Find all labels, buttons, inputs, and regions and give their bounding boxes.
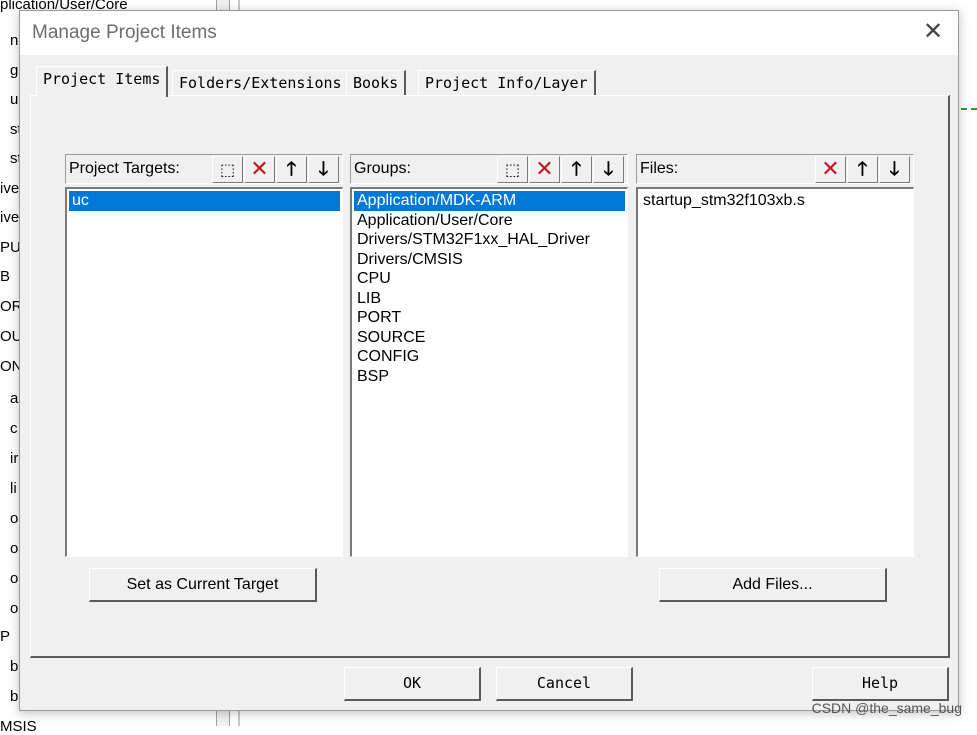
new-item-icon[interactable]: ⬚: [212, 156, 243, 183]
tree-row[interactable]: a: [10, 390, 18, 407]
list-item[interactable]: Application/MDK-ARM: [354, 191, 625, 211]
tab-panel-project-items: Project Targets: ⬚ ✕ 🡑 🡓 uc Groups: ⬚ ✕ …: [30, 95, 950, 658]
tree-row[interactable]: B: [0, 268, 10, 285]
files-header: Files: ✕ 🡑 🡓: [636, 154, 914, 184]
list-item[interactable]: uc: [69, 191, 340, 211]
delete-icon[interactable]: ✕: [815, 156, 846, 183]
groups-label: Groups:: [354, 160, 411, 177]
tab-project-info-layer[interactable]: Project Info/Layer: [418, 70, 596, 96]
delete-icon[interactable]: ✕: [244, 156, 275, 183]
list-item[interactable]: Drivers/STM32F1xx_HAL_Driver: [354, 230, 625, 250]
groups-listbox[interactable]: Application/MDK-ARM Application/User/Core…: [350, 187, 628, 557]
tab-books[interactable]: Books: [346, 70, 407, 96]
tree-row[interactable]: ive: [0, 209, 19, 226]
list-item[interactable]: BSP: [354, 367, 625, 387]
list-item[interactable]: CPU: [354, 269, 625, 289]
ok-button[interactable]: OK: [344, 667, 481, 701]
manage-project-items-dialog: Manage Project Items ✕ Project Items Fol…: [19, 10, 959, 711]
move-down-icon[interactable]: 🡓: [593, 156, 624, 183]
tree-row[interactable]: n: [10, 32, 18, 49]
tree-row[interactable]: P: [0, 628, 10, 645]
tree-row[interactable]: o: [10, 570, 18, 587]
watermark: CSDN @the_same_bug: [811, 700, 962, 716]
close-icon[interactable]: ✕: [920, 19, 946, 45]
tree-row[interactable]: MSIS: [0, 718, 37, 735]
tree-row[interactable]: ir: [10, 450, 18, 467]
move-down-icon[interactable]: 🡓: [879, 156, 910, 183]
dialog-title: Manage Project Items: [32, 22, 217, 43]
tree-row[interactable]: b: [10, 688, 18, 705]
list-item[interactable]: Drivers/CMSIS: [354, 250, 625, 270]
list-item[interactable]: CONFIG: [354, 347, 625, 367]
list-item[interactable]: SOURCE: [354, 328, 625, 348]
tree-row[interactable]: o: [10, 540, 18, 557]
list-item[interactable]: PORT: [354, 308, 625, 328]
delete-icon[interactable]: ✕: [529, 156, 560, 183]
tree-row[interactable]: li: [10, 480, 17, 497]
list-item[interactable]: startup_stm32f103xb.s: [640, 191, 911, 211]
tree-row[interactable]: g: [10, 62, 18, 79]
move-up-icon[interactable]: 🡑: [276, 156, 307, 183]
new-item-icon[interactable]: ⬚: [497, 156, 528, 183]
move-up-icon[interactable]: 🡑: [847, 156, 878, 183]
groups-header: Groups: ⬚ ✕ 🡑 🡓: [350, 154, 628, 184]
files-label: Files:: [640, 160, 679, 177]
tree-row[interactable]: ive: [0, 180, 19, 197]
targets-listbox[interactable]: uc: [65, 187, 343, 557]
tree-row[interactable]: o: [10, 510, 18, 527]
targets-header: Project Targets: ⬚ ✕ 🡑 🡓: [65, 154, 343, 184]
files-listbox[interactable]: startup_stm32f103xb.s: [636, 187, 914, 557]
tree-row[interactable]: c: [10, 420, 18, 437]
move-down-icon[interactable]: 🡓: [308, 156, 339, 183]
targets-label: Project Targets:: [69, 160, 180, 177]
list-item[interactable]: LIB: [354, 289, 625, 309]
cancel-button[interactable]: Cancel: [496, 667, 633, 701]
editor-fold-marker: [961, 108, 977, 110]
add-files-button[interactable]: Add Files...: [659, 568, 887, 602]
help-button[interactable]: Help: [812, 667, 949, 701]
set-as-current-target-button[interactable]: Set as Current Target: [89, 568, 317, 602]
title-bar: Manage Project Items ✕: [20, 11, 958, 55]
tab-project-items[interactable]: Project Items: [36, 66, 169, 97]
tree-row[interactable]: b: [10, 658, 18, 675]
tree-row[interactable]: u: [10, 91, 18, 108]
tree-row[interactable]: o: [10, 600, 18, 617]
move-up-icon[interactable]: 🡑: [561, 156, 592, 183]
tab-folders-extensions[interactable]: Folders/Extensions: [172, 70, 350, 96]
list-item[interactable]: Application/User/Core: [354, 211, 625, 231]
tree-row[interactable]: PU: [0, 239, 21, 256]
